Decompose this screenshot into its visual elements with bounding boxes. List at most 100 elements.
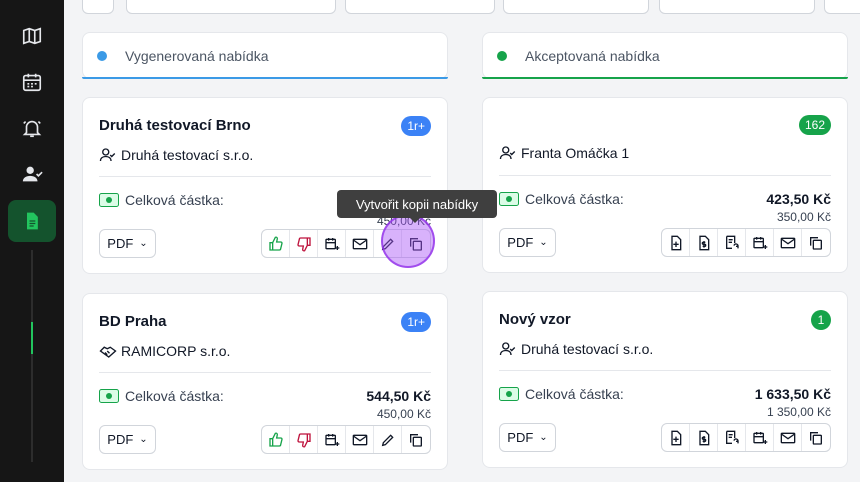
offer-customer: RAMICORP s.r.o. (99, 342, 230, 360)
amount-label: Celková částka: (99, 388, 224, 404)
column-title: Akceptovaná nabídka (525, 47, 660, 64)
sidebar-item-offers[interactable] (8, 200, 56, 242)
chevron-down-icon: ⌄ (539, 237, 548, 248)
user-check-icon (99, 148, 116, 162)
add-document-button[interactable] (662, 229, 690, 256)
file-plus-icon (670, 430, 681, 445)
pdf-dropdown[interactable]: PDF ⌄ (99, 229, 156, 258)
filter-select[interactable] (503, 0, 649, 14)
tooltip: Vytvořit kopii nabídky (337, 190, 497, 223)
filter-select[interactable] (659, 0, 815, 14)
column-header-accepted: Akceptovaná nabídka (482, 32, 848, 79)
file-dollar-icon (698, 430, 709, 445)
column-header-generated: Vygenerovaná nabídka (82, 32, 448, 79)
accept-button[interactable] (262, 426, 290, 453)
divider (99, 176, 431, 177)
pdf-dropdown[interactable]: PDF ⌄ (99, 425, 156, 454)
pdf-label: PDF (107, 432, 134, 447)
user-check-icon[interactable] (16, 158, 48, 190)
email-button[interactable] (774, 424, 802, 451)
copy-icon (810, 236, 822, 250)
amount-net: 350,00 Kč (776, 210, 831, 224)
schedule-button[interactable] (318, 230, 346, 257)
offer-customer: Druhá testovací s.r.o. (99, 146, 253, 164)
email-button[interactable] (774, 229, 802, 256)
pdf-label: PDF (507, 430, 534, 445)
click-indicator (381, 214, 435, 268)
search-input[interactable] (126, 0, 336, 14)
sidebar-track (31, 250, 33, 462)
reject-button[interactable] (290, 426, 318, 453)
calendar-plus-icon (752, 431, 767, 444)
action-group (661, 423, 831, 452)
customer-name: RAMICORP s.r.o. (121, 343, 231, 359)
thumbs-down-icon (296, 432, 311, 447)
divider (499, 370, 831, 371)
amount-label-text: Celková částka: (525, 191, 624, 207)
offer-card[interactable]: 162 Franta Omáčka 1 Celková částka: 423,… (482, 97, 848, 273)
pdf-dropdown[interactable]: PDF ⌄ (499, 423, 556, 452)
money-icon (99, 389, 119, 403)
copy-button[interactable] (402, 426, 430, 453)
document-icon (27, 212, 38, 230)
schedule-button[interactable] (746, 424, 774, 451)
edit-button[interactable] (374, 426, 402, 453)
column-underline (482, 77, 848, 79)
divider (499, 175, 831, 176)
map-icon[interactable] (16, 20, 48, 52)
pdf-dropdown[interactable]: PDF ⌄ (499, 228, 556, 257)
calendar-icon[interactable] (16, 66, 48, 98)
customer-name: Druhá testovací s.r.o. (521, 341, 654, 357)
toolbar-button[interactable] (82, 0, 114, 14)
copy-icon (410, 433, 422, 447)
status-dot (97, 50, 107, 61)
offer-title: Nový vzor (499, 311, 571, 328)
amount-label: Celková částka: (499, 191, 624, 207)
amount-label: Celková částka: (99, 192, 224, 208)
money-icon (99, 193, 119, 207)
file-refresh-icon (725, 430, 739, 444)
offer-badge: 1 (811, 310, 831, 330)
amount-total: 544,50 Kč (366, 388, 431, 404)
convert-button[interactable] (718, 229, 746, 256)
file-plus-icon (670, 235, 681, 250)
thumbs-down-icon (296, 236, 311, 251)
reject-button[interactable] (290, 230, 318, 257)
bell-icon[interactable] (16, 112, 48, 144)
status-dot (497, 50, 507, 61)
schedule-button[interactable] (746, 229, 774, 256)
offer-customer: Franta Omáčka 1 (499, 144, 629, 162)
invoice-button[interactable] (690, 424, 718, 451)
chevron-down-icon: ⌄ (139, 238, 148, 249)
calendar-plus-icon (324, 433, 339, 446)
email-button[interactable] (346, 426, 374, 453)
offer-title: Druhá testovací Brno (99, 117, 251, 134)
divider (99, 372, 431, 373)
filter-select[interactable] (345, 0, 495, 14)
offer-card[interactable]: Nový vzor 1 Druhá testovací s.r.o. Celko… (482, 291, 848, 468)
copy-button[interactable] (802, 229, 830, 256)
mail-icon (352, 238, 367, 249)
amount-total: 423,50 Kč (766, 191, 831, 207)
filter-select[interactable] (824, 0, 860, 14)
amount-net: 450,00 Kč (376, 407, 431, 421)
convert-button[interactable] (718, 424, 746, 451)
customer-name: Franta Omáčka 1 (521, 145, 630, 161)
customer-name: Druhá testovací s.r.o. (121, 147, 254, 163)
copy-button[interactable] (802, 424, 830, 451)
user-check-icon (499, 146, 516, 160)
mail-icon (780, 432, 795, 443)
mail-icon (780, 237, 795, 248)
offer-card[interactable]: BD Praha 1r+ RAMICORP s.r.o. Celková čás… (82, 293, 448, 470)
amount-total: 1 633,50 Kč (754, 386, 831, 402)
money-icon (499, 192, 519, 206)
copy-icon (810, 431, 822, 445)
add-document-button[interactable] (662, 424, 690, 451)
invoice-button[interactable] (690, 229, 718, 256)
action-group (261, 425, 431, 454)
file-refresh-icon (725, 235, 739, 249)
schedule-button[interactable] (318, 426, 346, 453)
accept-button[interactable] (262, 230, 290, 257)
sidebar-track-indicator (31, 322, 33, 354)
email-button[interactable] (346, 230, 374, 257)
